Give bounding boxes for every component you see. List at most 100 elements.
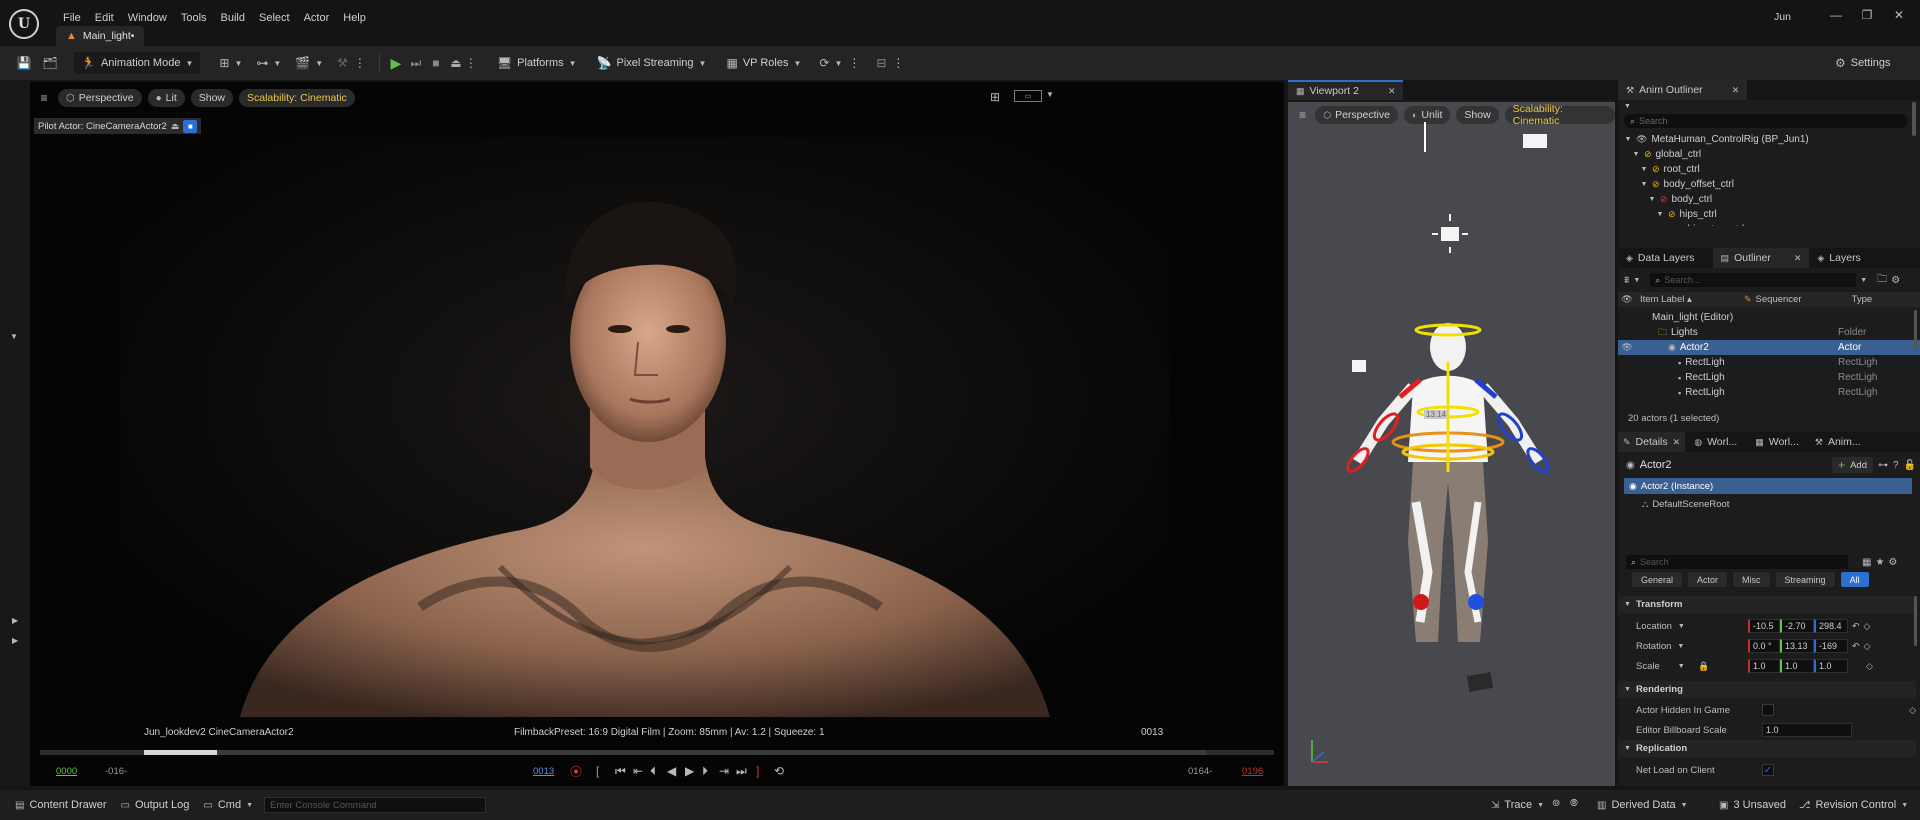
browse-icon[interactable]: 🗂 xyxy=(38,56,62,70)
menu-tools[interactable]: Tools xyxy=(174,7,214,29)
tab-data-layers[interactable]: ◈ Data Layers xyxy=(1618,248,1703,268)
menu-build[interactable]: Build xyxy=(214,7,252,29)
add-folder-icon[interactable]: 🗀 xyxy=(1877,272,1887,289)
net-load-checkbox[interactable]: ✓ xyxy=(1762,764,1774,776)
eject-pilot-icon[interactable]: ⏏ xyxy=(171,121,180,132)
menu-select[interactable]: Select xyxy=(252,7,297,29)
keyframe-icon[interactable]: ◇ xyxy=(1909,705,1916,716)
anim-outliner-item[interactable]: ▼ ⊘ body_ctrl xyxy=(1624,192,1908,207)
timeline-end[interactable]: 0196 xyxy=(1242,766,1263,777)
next-key-icon[interactable]: ⇥ xyxy=(719,764,729,778)
location-dropdown[interactable]: Location ▼ xyxy=(1636,621,1694,632)
scale-z[interactable]: 1.0 xyxy=(1814,659,1848,673)
add-actor-button[interactable]: ⊞ ▼ xyxy=(212,52,249,74)
location-y[interactable]: -2.70 xyxy=(1780,619,1814,633)
eject-icon[interactable]: ⏏ xyxy=(446,56,466,70)
outliner-row[interactable]: 🗀 Lights Folder xyxy=(1618,325,1920,340)
tab-anim[interactable]: ⚒ Anim... xyxy=(1810,432,1866,452)
modeling-button[interactable]: ⚒ xyxy=(330,52,355,74)
actor-name[interactable]: Actor2 xyxy=(1640,459,1672,471)
category-misc[interactable]: Misc xyxy=(1733,572,1770,587)
component-instance[interactable]: ◉ Actor2 (Instance) xyxy=(1624,478,1912,494)
platforms-dropdown[interactable]: 🖥 Platforms ▼ xyxy=(490,52,584,74)
expand-arrow-icon[interactable]: ▶ xyxy=(12,636,18,645)
lock-icon[interactable]: 🔓 xyxy=(1904,460,1916,471)
jump-end-icon[interactable]: ⏭ xyxy=(736,764,747,779)
viewport-2-scene[interactable]: ≡ ⬡ Perspective ◐ Unlit Show Scalability: … xyxy=(1288,102,1615,786)
collapse-icon[interactable]: ▼ xyxy=(10,332,18,341)
anim-outliner-item[interactable]: ⊘ hips_tan_ctrl xyxy=(1624,222,1908,226)
tab-viewport-2[interactable]: ▦ Viewport 2 ✕ xyxy=(1288,80,1404,100)
outliner-search[interactable]: ⌕ Search... xyxy=(1650,273,1857,287)
reset-icon[interactable]: ↶ xyxy=(1852,621,1860,632)
mode-dropdown[interactable]: 🏃 Animation Mode ▼ xyxy=(74,52,201,74)
close-icon[interactable]: ✕ xyxy=(1794,253,1802,264)
expand-arrow-icon[interactable]: ▼ xyxy=(1632,151,1640,158)
keyframe-icon[interactable]: ◇ xyxy=(1864,641,1871,652)
tab-outliner[interactable]: ▤ Outliner ✕ xyxy=(1712,248,1810,268)
gear-icon[interactable]: ⚙ xyxy=(1891,275,1900,286)
scrollbar[interactable] xyxy=(1914,310,1917,350)
settings-button[interactable]: ⚙ Settings xyxy=(1828,52,1898,74)
content-drawer-button[interactable]: ▤ Content Drawer xyxy=(8,794,114,816)
scrollbar[interactable] xyxy=(1912,102,1916,136)
outliner-row[interactable]: Main_light (Editor) xyxy=(1618,310,1920,325)
component-root[interactable]: ⛬ DefaultSceneRoot xyxy=(1642,496,1729,512)
rotation-dropdown[interactable]: Rotation ▼ xyxy=(1636,641,1694,652)
maximize-icon[interactable]: ❐ xyxy=(1857,6,1877,24)
category-all[interactable]: All xyxy=(1840,572,1869,587)
menu-help[interactable]: Help xyxy=(336,7,373,29)
record-icon[interactable]: ⦿ xyxy=(570,763,582,780)
anim-outliner-item[interactable]: ▼ ⊘ global_ctrl xyxy=(1624,147,1908,162)
location-x[interactable]: -10.5 xyxy=(1748,619,1780,633)
jump-start-icon[interactable]: ⏮ xyxy=(615,764,626,779)
outliner-row[interactable]: ▪ RectLigh RectLigh xyxy=(1618,385,1920,400)
help-icon[interactable]: ? xyxy=(1893,460,1899,471)
scale-x[interactable]: 1.0 xyxy=(1748,659,1780,673)
camera-status-icon[interactable]: ⦾ xyxy=(1570,798,1578,809)
hidden-in-game-checkbox[interactable] xyxy=(1762,704,1774,716)
save-icon[interactable]: 💾 xyxy=(14,56,34,70)
rotation-y[interactable]: 13.13 xyxy=(1780,639,1814,653)
anim-outliner-item[interactable]: ▼ ⊘ body_offset_ctrl xyxy=(1624,177,1908,192)
reset-icon[interactable]: ↶ xyxy=(1852,641,1860,652)
set-end-icon[interactable]: ] xyxy=(756,764,759,778)
outliner-row[interactable]: 👁 ◉ Actor2 Actor xyxy=(1618,340,1920,355)
blueprint-icon[interactable]: ⊶ xyxy=(1878,460,1888,471)
close-icon[interactable]: ✕ xyxy=(1388,86,1396,97)
play-icon[interactable]: ▶ xyxy=(386,55,406,72)
timeline-in[interactable]: -016- xyxy=(105,766,127,777)
document-tab[interactable]: ▲ Main_light• xyxy=(56,26,145,46)
timeline-track[interactable] xyxy=(40,750,1274,755)
chevron-down-icon[interactable]: ▼ xyxy=(1624,103,1631,110)
expand-arrow-icon[interactable]: ▶ xyxy=(12,616,18,625)
timeline-out[interactable]: 0164- xyxy=(1188,766,1212,777)
trace-dropdown[interactable]: ⇲ Trace ▼ xyxy=(1484,794,1551,816)
close-icon[interactable]: ✕ xyxy=(1673,437,1681,448)
outliner-row[interactable]: ▪ RectLigh RectLigh xyxy=(1618,355,1920,370)
tab-anim-outliner[interactable]: ⚒ Anim Outliner ✕ xyxy=(1618,80,1748,100)
add-component-button[interactable]: + Add xyxy=(1832,457,1873,473)
step-icon[interactable]: ⏭ xyxy=(406,56,426,71)
tab-world-2[interactable]: ▦ Worl... xyxy=(1750,432,1804,452)
derived-data-dropdown[interactable]: ▥ Derived Data ▼ xyxy=(1590,794,1695,816)
chevron-down-icon[interactable]: ▼ xyxy=(1633,277,1640,284)
scrollbar[interactable] xyxy=(1914,596,1917,646)
scalability-badge[interactable]: Scalability: Cinematic xyxy=(239,89,355,107)
console-input[interactable]: Enter Console Command xyxy=(264,797,487,813)
expand-arrow-icon[interactable]: ▼ xyxy=(1656,211,1664,218)
anim-outliner-search[interactable]: ⌕ Search xyxy=(1624,114,1908,128)
revision-control-dropdown[interactable]: ⎇ Revision Control ▼ xyxy=(1792,794,1915,816)
reverse-icon[interactable]: ◀ xyxy=(667,764,676,778)
more-options-icon[interactable]: ⋮ xyxy=(465,56,477,70)
eye-icon[interactable]: 👁 xyxy=(1618,294,1636,305)
tab-world-1[interactable]: ◍ Worl... xyxy=(1689,432,1742,452)
section-rendering[interactable]: ▼ Rendering xyxy=(1618,681,1916,698)
show-button[interactable]: Show xyxy=(190,89,233,107)
expand-arrow-icon[interactable]: ▼ xyxy=(1648,196,1656,203)
anim-outliner-item[interactable]: ▼ ⊘ hips_ctrl xyxy=(1624,207,1908,222)
tab-layers[interactable]: ◈ Layers xyxy=(1809,248,1868,268)
grid-layout-icon[interactable]: ⊞ xyxy=(990,90,1000,104)
play-forward-icon[interactable]: ▶ xyxy=(685,764,694,778)
cinematics-button[interactable]: 🎬 ▼ xyxy=(288,52,330,74)
